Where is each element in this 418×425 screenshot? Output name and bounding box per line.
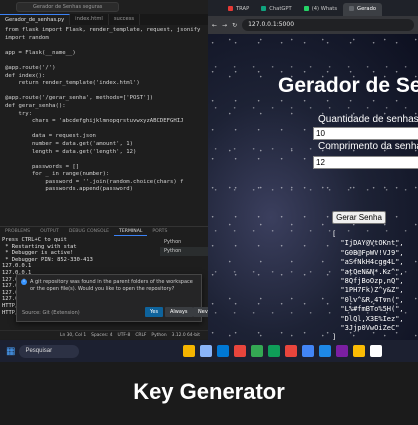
code-line[interactable]: try: (5, 111, 208, 119)
git-notification: iA git repository was found in the paren… (16, 274, 208, 322)
taskbar-icons (183, 345, 383, 357)
terminal-item[interactable]: Python (160, 247, 208, 256)
reload-icon[interactable]: ↻ (232, 22, 237, 29)
taskbar-app-icon[interactable] (353, 345, 366, 357)
status-encoding[interactable]: UTF-8 (118, 331, 131, 339)
tab-problems[interactable]: PROBLEMS (0, 227, 35, 236)
taskbar-app-icon[interactable] (285, 345, 298, 357)
tab-debug-console[interactable]: DEBUG CONSOLE (64, 227, 114, 236)
notification-message: A git repository was found in the parent… (30, 279, 193, 292)
status-cursor[interactable]: Ln 30, Col 1 (60, 331, 86, 339)
code-line[interactable]: def index(): (5, 73, 208, 81)
taskbar-app-icon[interactable] (217, 345, 230, 357)
code-line[interactable]: passwords = [] (5, 164, 208, 172)
url-input[interactable]: 127.0.0.1:5000 (242, 19, 414, 31)
code-line[interactable]: password = ''.join(random.choice(chars) … (5, 179, 208, 187)
taskbar-app-icon[interactable] (183, 345, 196, 357)
web-page: Gerador de Senh Quantidade de senhas 10 … (208, 34, 418, 340)
taskbar-app-icon[interactable] (319, 345, 332, 357)
taskbar-search[interactable]: Pesquisar (19, 344, 80, 358)
generate-password-button[interactable]: Gerar Senha (332, 211, 386, 224)
length-label: Comprimento da senha (318, 141, 418, 152)
taskbar: ▦ Pesquisar (0, 340, 418, 362)
page-title: Gerador de Senh (278, 74, 418, 97)
length-input[interactable]: 12 (313, 156, 418, 169)
code-line[interactable]: return render_template('index.html') (5, 80, 208, 88)
code-line[interactable]: for _ in range(number): (5, 171, 208, 179)
taskbar-app-icon[interactable] (370, 345, 383, 357)
terminal-line: * Debugger is active! (2, 250, 74, 257)
terminal-line: * Restarting with stat (2, 243, 77, 250)
code-line[interactable]: def gerar_senha(): (5, 103, 208, 111)
taskbar-app-icon[interactable] (234, 345, 247, 357)
status-bar: Ln 30, Col 1 Spaces: 4 UTF-8 CRLF Python… (0, 330, 208, 339)
taskbar-app-icon[interactable] (302, 345, 315, 357)
forward-icon[interactable]: → (222, 22, 227, 29)
taskbar-app-icon[interactable] (336, 345, 349, 357)
terminal-line: 127.0.0.1 (2, 263, 32, 270)
status-spaces[interactable]: Spaces: 4 (91, 331, 112, 339)
browser-window: TRAP ChatGPT (4) Whats Gerado ← → ↻ 127.… (208, 0, 418, 340)
code-line[interactable]: passwords.append(password) (5, 186, 208, 194)
status-language[interactable]: Python (151, 331, 166, 339)
terminal-item[interactable]: Python (160, 238, 208, 247)
code-line[interactable]: from flask import Flask, render_template… (5, 27, 208, 35)
tab-favicon-icon (261, 6, 267, 11)
caption-title: Key Generator (0, 362, 418, 425)
tab-index-html[interactable]: index.html (70, 14, 109, 25)
code-line[interactable] (5, 156, 208, 164)
terminal-line: Press CTRL+C to quit (2, 237, 67, 243)
amount-input[interactable]: 10 (313, 127, 418, 140)
vscode-titlebar: Gerador de Senhas seguras (0, 0, 208, 14)
code-line[interactable]: data = request.json (5, 133, 208, 141)
code-line[interactable]: app = Flask(__name__) (5, 50, 208, 58)
windows-start-icon[interactable]: ▦ (6, 346, 15, 357)
tab-output[interactable]: OUTPUT (35, 227, 64, 236)
tab-favicon-icon (303, 6, 309, 11)
browser-tab[interactable]: (4) Whats (298, 3, 343, 16)
yes-button[interactable]: Yes (145, 307, 164, 317)
never-button[interactable]: Never (193, 307, 208, 317)
always-button[interactable]: Always (165, 307, 193, 317)
notification-source: Source: Git (Extension) (22, 310, 80, 316)
tab-terminal[interactable]: TERMINAL (114, 227, 148, 236)
code-line[interactable] (5, 126, 208, 134)
info-icon: i (21, 279, 27, 285)
tab-ports[interactable]: PORTS (147, 227, 172, 236)
status-eol[interactable]: CRLF (135, 331, 146, 339)
code-line[interactable] (5, 88, 208, 96)
tab-favicon-icon (228, 6, 233, 11)
code-line[interactable]: import random (5, 35, 208, 43)
status-interpreter[interactable]: 3.12.0 64-bit (172, 331, 200, 339)
taskbar-app-icon[interactable] (251, 345, 264, 357)
browser-tab[interactable]: ChatGPT (255, 3, 297, 16)
taskbar-app-icon[interactable] (200, 345, 213, 357)
tab-gerador-py[interactable]: Gerador_de_senhas.py (0, 14, 71, 25)
code-line[interactable]: length = data.get('length', 12) (5, 149, 208, 157)
taskbar-app-icon[interactable] (268, 345, 281, 357)
code-line[interactable]: chars = 'abcdefghijklmnopqrstuvwxyzABCDE… (5, 118, 208, 126)
browser-tab[interactable]: TRAP (222, 3, 255, 16)
browser-tab-active[interactable]: Gerado (343, 3, 383, 16)
code-editor[interactable]: from flask import Flask, render_template… (0, 25, 208, 225)
terminal-list: Python Python (160, 238, 208, 256)
tab-favicon-icon (349, 6, 355, 11)
back-icon[interactable]: ← (212, 22, 217, 29)
terminal-line: * Debugger PIN: 852-330-413 (2, 256, 93, 263)
code-line[interactable]: @app.route('/') (5, 65, 208, 73)
tab-success[interactable]: success (109, 14, 141, 25)
amount-label: Quantidade de senhas (318, 114, 418, 125)
code-line[interactable] (5, 57, 208, 65)
editor-tabs: Gerador_de_senhas.py index.html success (0, 14, 208, 25)
code-line[interactable]: @app.route('/gerar_senha', methods=['POS… (5, 95, 208, 103)
code-line[interactable] (5, 42, 208, 50)
panel-tabs: PROBLEMS OUTPUT DEBUG CONSOLE TERMINAL P… (0, 226, 208, 236)
vscode-window: Gerador de Senhas seguras Gerador_de_sen… (0, 0, 208, 340)
browser-tabs: TRAP ChatGPT (4) Whats Gerado (208, 0, 418, 16)
command-center-search[interactable]: Gerador de Senhas seguras (16, 2, 120, 12)
password-result: [ "IjDAY@VtOKnt", "G0B@FpWV!VJ9", "aSfNk… (332, 230, 404, 340)
address-bar-row: ← → ↻ 127.0.0.1:5000 (208, 16, 418, 34)
code-line[interactable]: number = data.get('amount', 1) (5, 141, 208, 149)
